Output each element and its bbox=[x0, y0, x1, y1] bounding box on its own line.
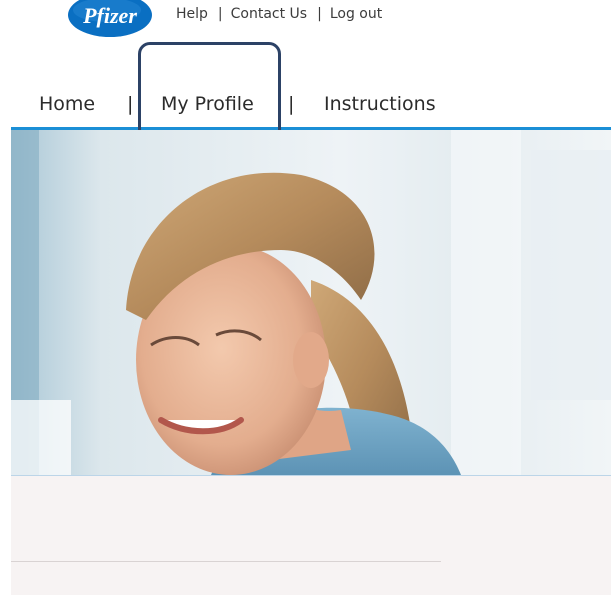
contact-us-link[interactable]: Contact Us bbox=[231, 6, 307, 22]
top-bar: Pfizer Help | Contact Us | Log out bbox=[0, 0, 611, 50]
utility-links: Help | Contact Us | Log out bbox=[176, 6, 382, 22]
nav-item-instructions[interactable]: Instructions bbox=[324, 93, 436, 115]
utility-separator: | bbox=[217, 6, 223, 22]
content-divider bbox=[11, 561, 441, 562]
hero-banner bbox=[11, 130, 611, 475]
nav-separator: | bbox=[288, 93, 295, 115]
help-link[interactable]: Help bbox=[176, 6, 208, 22]
nav-item-home[interactable]: Home bbox=[39, 93, 95, 115]
svg-text:Pfizer: Pfizer bbox=[82, 3, 137, 28]
nav-separator: | bbox=[127, 93, 134, 115]
pfizer-logo[interactable]: Pfizer bbox=[67, 0, 153, 40]
pfizer-logo-icon: Pfizer bbox=[68, 0, 152, 37]
log-out-link[interactable]: Log out bbox=[330, 6, 382, 22]
main-nav: Home | My Profile | Instructions bbox=[0, 84, 611, 128]
hero-photo bbox=[11, 130, 611, 475]
nav-item-my-profile[interactable]: My Profile bbox=[161, 93, 254, 115]
utility-separator: | bbox=[317, 6, 322, 22]
content-area bbox=[11, 475, 611, 595]
